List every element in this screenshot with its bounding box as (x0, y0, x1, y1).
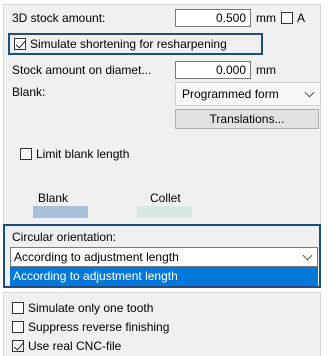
use-real-cnc-file-label: Use real CNC-file (28, 339, 122, 353)
stock-3d-label: 3D stock amount: (12, 11, 106, 25)
stock-3d-input[interactable]: 0.500 (175, 9, 251, 27)
legend-blank-swatch (33, 206, 88, 218)
suppress-reverse-finishing-checkbox[interactable] (12, 321, 24, 333)
circular-orientation-label: Circular orientation: (12, 230, 117, 244)
simulate-shortening-checkbox[interactable] (14, 38, 26, 50)
stock-diameter-label: Stock amount on diamet... (12, 63, 152, 77)
stock-3d-unit: mm (256, 11, 276, 25)
checkbox-a[interactable] (281, 12, 293, 24)
simulate-one-tooth-label: Simulate only one tooth (28, 301, 154, 315)
simulate-shortening-label: Simulate shortening for resharpening (30, 37, 227, 51)
circular-orientation-select[interactable]: According to adjustment length (10, 247, 318, 267)
suppress-reverse-finishing-label: Suppress reverse finishing (28, 320, 170, 334)
translations-button[interactable]: Translations... (175, 109, 319, 129)
checkbox-a-label: A (297, 11, 306, 25)
legend-collet-label: Collet (150, 191, 181, 205)
limit-blank-length-label: Limit blank length (36, 147, 130, 161)
blank-select-value: Programmed form (182, 87, 279, 101)
legend-collet-swatch (137, 206, 192, 218)
blank-label: Blank: (12, 85, 46, 99)
stock-diameter-unit: mm (256, 63, 276, 77)
legend-blank-label: Blank (38, 191, 69, 205)
circular-orientation-value: According to adjustment length (14, 250, 179, 264)
limit-blank-length-checkbox[interactable] (20, 148, 32, 160)
settings-frame: 3D stock amount: 0.500 mm A Simulate sho… (0, 0, 328, 356)
simulate-one-tooth-checkbox[interactable] (12, 302, 24, 314)
blank-select[interactable]: Programmed form (175, 82, 321, 106)
use-real-cnc-file-checkbox[interactable] (12, 340, 24, 352)
dropdown-option-selected[interactable]: According to adjustment length (10, 267, 318, 286)
stock-diameter-input[interactable]: 0.000 (175, 61, 251, 79)
